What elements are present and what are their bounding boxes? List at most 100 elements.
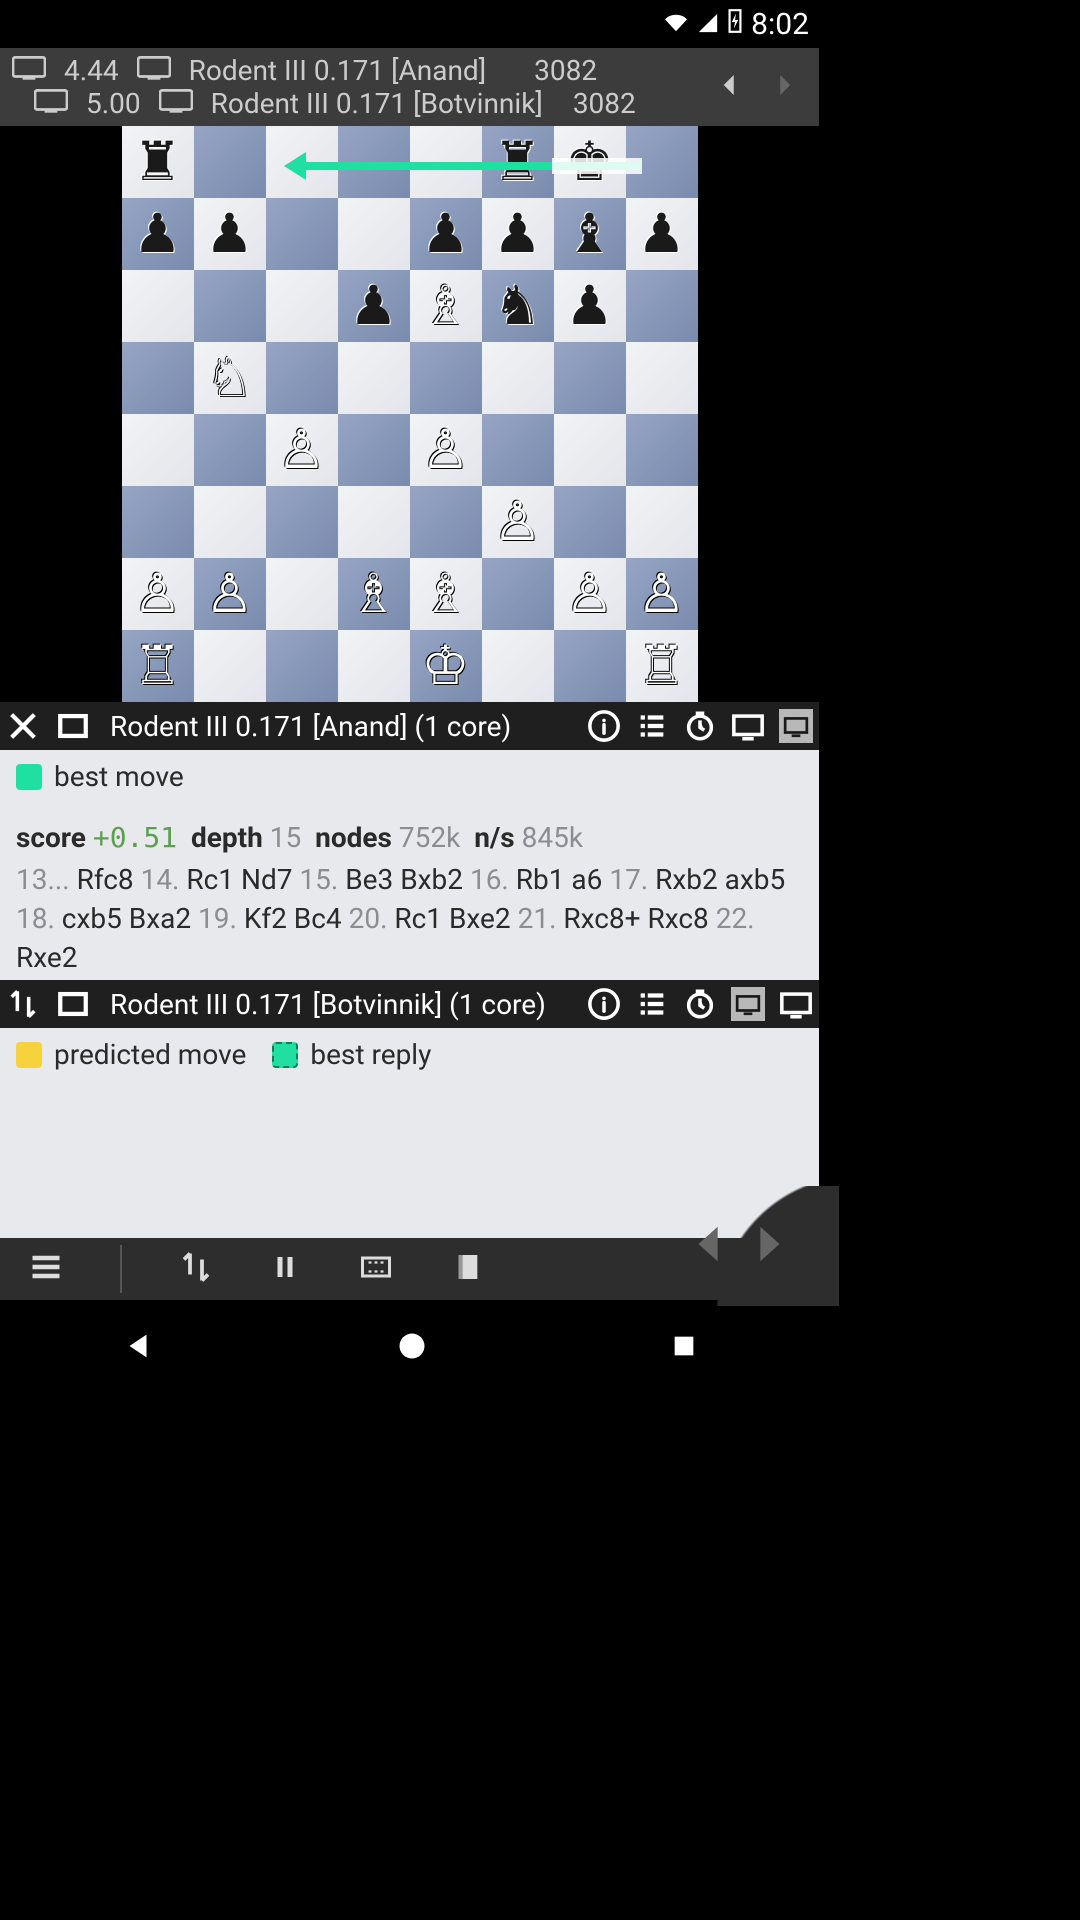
timer-icon[interactable] — [683, 709, 717, 743]
square[interactable] — [122, 486, 194, 558]
square[interactable] — [338, 486, 410, 558]
square[interactable] — [194, 126, 266, 198]
square[interactable]: ♟ — [122, 198, 194, 270]
square[interactable]: ♞ — [482, 270, 554, 342]
square[interactable] — [338, 198, 410, 270]
chessboard[interactable]: ♜♜♚♟♟♟♟♝♟♟♗♞♟♘♙♙♙♙♙♗♗♙♙♖♔♖ — [122, 126, 698, 702]
square[interactable]: ♜ — [122, 126, 194, 198]
square[interactable]: ♖ — [122, 630, 194, 702]
timer-icon[interactable] — [683, 987, 717, 1021]
square[interactable] — [266, 342, 338, 414]
prev-move-button[interactable] — [687, 1216, 733, 1276]
square[interactable]: ♙ — [554, 558, 626, 630]
header-prev-button[interactable] — [715, 70, 745, 104]
swap-icon[interactable] — [6, 987, 40, 1021]
pause-icon[interactable] — [270, 1249, 300, 1289]
p1-time: 4.44 — [64, 54, 119, 87]
p1-rating: 3082 — [534, 54, 597, 87]
square[interactable]: ♙ — [122, 558, 194, 630]
monitor-icon[interactable] — [731, 709, 765, 743]
square[interactable] — [554, 414, 626, 486]
list-icon[interactable] — [635, 709, 669, 743]
best-move-label: best move — [54, 760, 184, 793]
square[interactable] — [194, 630, 266, 702]
square[interactable]: ♔ — [410, 630, 482, 702]
android-nav-bar — [0, 1300, 819, 1396]
info-icon[interactable] — [587, 987, 621, 1021]
square[interactable] — [482, 414, 554, 486]
recent-button[interactable] — [670, 1332, 698, 1364]
engine-icon — [137, 54, 171, 87]
square[interactable] — [122, 270, 194, 342]
square[interactable] — [482, 630, 554, 702]
square[interactable] — [194, 414, 266, 486]
square[interactable]: ♗ — [338, 558, 410, 630]
monitor-active-icon[interactable] — [779, 709, 813, 743]
engine-icon — [34, 87, 68, 120]
square[interactable]: ♙ — [626, 558, 698, 630]
home-button[interactable] — [397, 1331, 427, 1365]
square[interactable] — [554, 342, 626, 414]
square[interactable] — [194, 270, 266, 342]
square[interactable] — [410, 486, 482, 558]
square[interactable]: ♘ — [194, 342, 266, 414]
score-label: score — [16, 821, 86, 854]
square[interactable] — [338, 630, 410, 702]
square[interactable] — [122, 342, 194, 414]
info-icon[interactable] — [587, 709, 621, 743]
score-value: +0.51 — [93, 821, 177, 854]
chessboard-container: ♜♜♚♟♟♟♟♝♟♟♗♞♟♘♙♙♙♙♙♗♗♙♙♖♔♖ — [0, 126, 819, 702]
square[interactable]: ♟ — [410, 198, 482, 270]
square[interactable]: ♟ — [482, 198, 554, 270]
monitor-active-icon[interactable] — [731, 987, 765, 1021]
square[interactable] — [626, 270, 698, 342]
square[interactable] — [266, 558, 338, 630]
square[interactable]: ♟ — [194, 198, 266, 270]
square[interactable] — [266, 198, 338, 270]
square[interactable]: ♙ — [482, 486, 554, 558]
square[interactable] — [338, 414, 410, 486]
next-move-button[interactable] — [745, 1216, 791, 1276]
square[interactable]: ♗ — [410, 558, 482, 630]
header-next-button[interactable] — [769, 70, 799, 104]
square[interactable] — [554, 486, 626, 558]
square[interactable]: ♙ — [410, 414, 482, 486]
divider — [120, 1245, 122, 1293]
engine-icon — [159, 87, 193, 120]
square[interactable]: ♟ — [554, 270, 626, 342]
square[interactable] — [482, 558, 554, 630]
square[interactable] — [338, 342, 410, 414]
monitor-icon[interactable] — [779, 987, 813, 1021]
square[interactable] — [554, 630, 626, 702]
nodes-value: 752k — [399, 821, 460, 854]
square[interactable] — [266, 630, 338, 702]
back-button[interactable] — [121, 1329, 155, 1367]
square[interactable] — [194, 486, 266, 558]
book-icon[interactable] — [452, 1249, 484, 1289]
engine1-stats: score +0.51 depth 15 nodes 752k n/s 845k — [16, 821, 803, 854]
menu-icon[interactable] — [28, 1249, 64, 1289]
square[interactable] — [122, 414, 194, 486]
square[interactable] — [266, 486, 338, 558]
square[interactable] — [626, 342, 698, 414]
square[interactable]: ♗ — [410, 270, 482, 342]
square[interactable]: ♟ — [338, 270, 410, 342]
square[interactable] — [266, 270, 338, 342]
window-icon[interactable] — [56, 987, 90, 1021]
square[interactable] — [410, 342, 482, 414]
window-icon[interactable] — [56, 709, 90, 743]
nps-label: n/s — [474, 821, 514, 854]
engine2-title: Rodent III 0.171 [Botvinnik] (1 core) — [106, 988, 571, 1021]
square[interactable] — [626, 486, 698, 558]
square[interactable] — [626, 414, 698, 486]
square[interactable] — [482, 342, 554, 414]
flip-icon[interactable] — [178, 1249, 214, 1289]
square[interactable]: ♟ — [626, 198, 698, 270]
list-icon[interactable] — [635, 987, 669, 1021]
square[interactable]: ♙ — [194, 558, 266, 630]
square[interactable]: ♖ — [626, 630, 698, 702]
square[interactable]: ♙ — [266, 414, 338, 486]
square[interactable]: ♝ — [554, 198, 626, 270]
close-icon[interactable] — [6, 709, 40, 743]
chip-icon[interactable] — [356, 1249, 396, 1289]
